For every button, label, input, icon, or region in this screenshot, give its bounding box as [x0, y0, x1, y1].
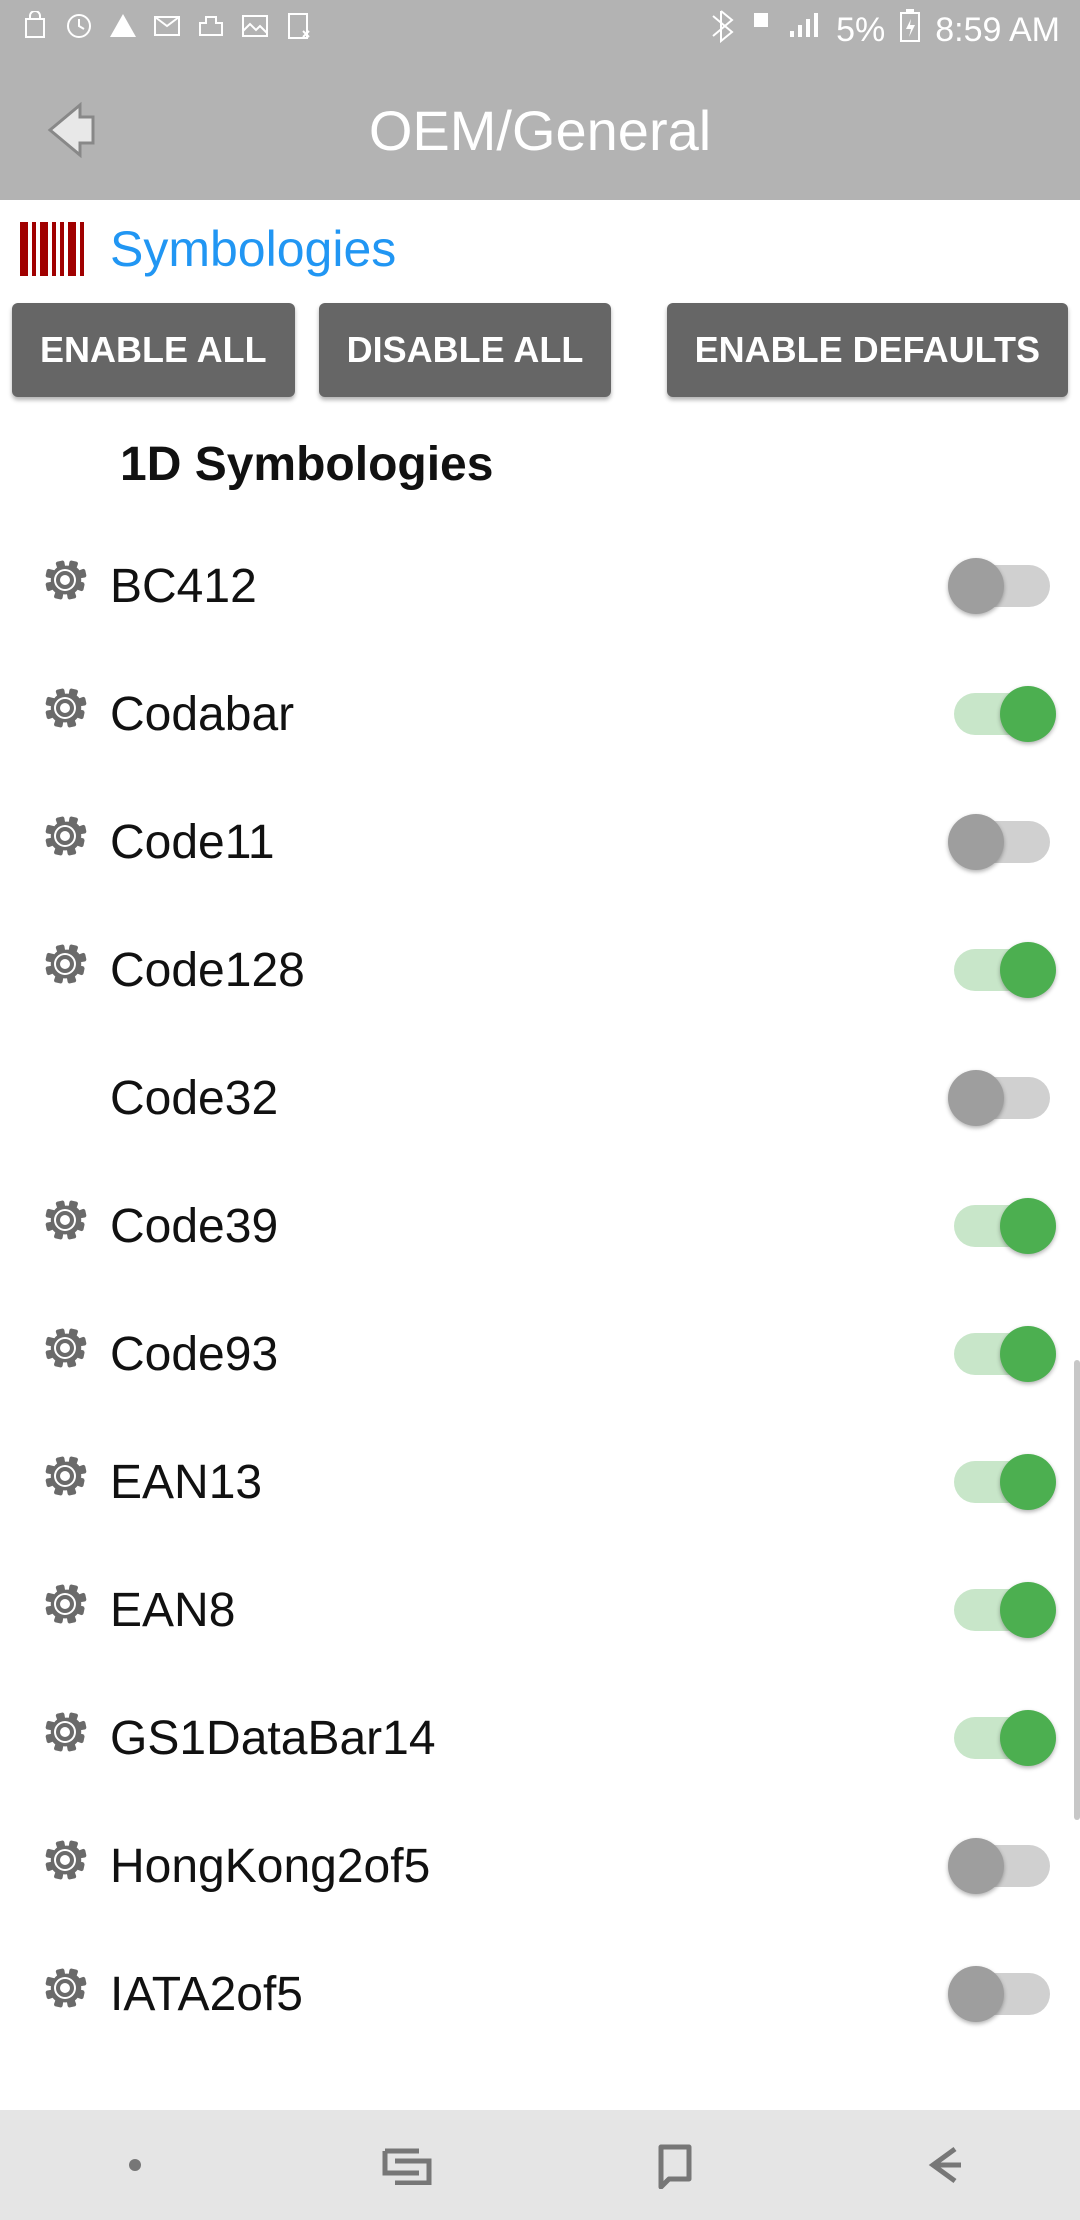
- status-bar: 5% 8:59 AM: [0, 0, 1080, 60]
- sub-title: Symbologies: [110, 220, 396, 278]
- settings-gear-button[interactable]: [20, 1451, 110, 1513]
- home-icon: [651, 2141, 699, 2189]
- nav-recents-button[interactable]: [270, 2145, 540, 2185]
- warning-icon: [108, 11, 138, 50]
- gear-icon: [40, 1835, 90, 1897]
- item-label: Code11: [110, 815, 954, 870]
- item-label: Code39: [110, 1199, 954, 1254]
- toggle-switch[interactable]: [954, 1205, 1050, 1247]
- toggle-switch[interactable]: [954, 1845, 1050, 1887]
- gear-icon: [40, 1195, 90, 1257]
- scrollbar[interactable]: [1074, 1360, 1080, 1820]
- status-left-icons: [20, 11, 314, 50]
- list-item: Code128: [0, 906, 1080, 1034]
- navigation-bar: [0, 2110, 1080, 2220]
- list-item: HongKong2of5: [0, 1802, 1080, 1930]
- gear-icon: [40, 555, 90, 617]
- list-item: BC412: [0, 522, 1080, 650]
- list-item: Code93: [0, 1290, 1080, 1418]
- toggle-switch[interactable]: [954, 565, 1050, 607]
- settings-gear-button[interactable]: [20, 1323, 110, 1385]
- item-label: Code32: [110, 1071, 954, 1126]
- settings-gear-button[interactable]: [20, 1579, 110, 1641]
- battery-charging-icon: [899, 9, 921, 52]
- toggle-switch[interactable]: [954, 1461, 1050, 1503]
- gear-icon: [40, 1323, 90, 1385]
- list-item: Code11: [0, 778, 1080, 906]
- back-icon: [921, 2141, 969, 2189]
- gear-icon: [40, 1579, 90, 1641]
- settings-gear-button[interactable]: [20, 1963, 110, 2025]
- settings-gear-button[interactable]: [20, 1707, 110, 1769]
- sub-header: Symbologies: [0, 200, 1080, 293]
- enable-defaults-button[interactable]: ENABLE DEFAULTS: [667, 303, 1068, 397]
- nav-home-button[interactable]: [540, 2141, 810, 2189]
- settings-gear-button[interactable]: [20, 939, 110, 1001]
- app-bar: OEM/General: [0, 60, 1080, 200]
- recents-icon: [377, 2145, 433, 2185]
- shopping-bag-icon: [20, 11, 50, 50]
- toggle-switch[interactable]: [954, 949, 1050, 991]
- nav-dot: [0, 2157, 270, 2173]
- item-label: BC412: [110, 559, 954, 614]
- list-item: EAN13: [0, 1418, 1080, 1546]
- item-label: Code128: [110, 943, 954, 998]
- settings-gear-button[interactable]: [20, 555, 110, 617]
- network-icon: [748, 11, 774, 50]
- list-item: Code39: [0, 1162, 1080, 1290]
- settings-gear-button[interactable]: [20, 1835, 110, 1897]
- gear-icon: [40, 683, 90, 745]
- list-item: Codabar: [0, 650, 1080, 778]
- list-item: IATA2of5: [0, 1930, 1080, 2058]
- battery-text: 5%: [836, 11, 885, 50]
- gear-icon: [40, 1707, 90, 1769]
- page-title: OEM/General: [140, 98, 1080, 163]
- gear-icon: [40, 811, 90, 873]
- settings-gear-button[interactable]: [20, 1195, 110, 1257]
- item-label: Code93: [110, 1327, 954, 1382]
- item-label: EAN8: [110, 1583, 954, 1638]
- toggle-switch[interactable]: [954, 1717, 1050, 1759]
- toggle-switch[interactable]: [954, 1333, 1050, 1375]
- section-title-1d: 1D Symbologies: [0, 417, 1080, 522]
- item-label: GS1DataBar14: [110, 1711, 954, 1766]
- disable-all-button[interactable]: DISABLE ALL: [319, 303, 612, 397]
- signal-icon: [788, 11, 822, 50]
- toggle-switch[interactable]: [954, 1973, 1050, 2015]
- item-label: EAN13: [110, 1455, 954, 1510]
- outline-icon: [196, 11, 226, 50]
- back-arrow-icon: [35, 95, 105, 165]
- gmail-icon: [152, 11, 182, 50]
- gear-icon: [40, 1451, 90, 1513]
- enable-all-button[interactable]: ENABLE ALL: [12, 303, 295, 397]
- toggle-switch[interactable]: [954, 1589, 1050, 1631]
- settings-gear-button[interactable]: [20, 811, 110, 873]
- clock-text: 8:59 AM: [935, 11, 1060, 50]
- picture-icon: [240, 11, 270, 50]
- toggle-switch[interactable]: [954, 693, 1050, 735]
- list-item: Code32: [0, 1034, 1080, 1162]
- action-buttons: ENABLE ALL DISABLE ALL ENABLE DEFAULTS: [0, 293, 1080, 417]
- item-label: IATA2of5: [110, 1967, 954, 2022]
- item-label: HongKong2of5: [110, 1839, 954, 1894]
- bluetooth-icon: [708, 9, 734, 52]
- barcode-icon: [20, 222, 90, 276]
- settings-gear-button[interactable]: [20, 683, 110, 745]
- item-label: Codabar: [110, 687, 954, 742]
- content: 1D Symbologies BC412 Codabar Code11 Code128…: [0, 417, 1080, 2058]
- list-item: EAN8: [0, 1546, 1080, 1674]
- back-button[interactable]: [0, 95, 140, 165]
- gear-icon: [40, 1963, 90, 2025]
- toggle-switch[interactable]: [954, 821, 1050, 863]
- status-right: 5% 8:59 AM: [708, 9, 1060, 52]
- nav-back-button[interactable]: [810, 2141, 1080, 2189]
- list-item: GS1DataBar14: [0, 1674, 1080, 1802]
- update-icon: [64, 11, 94, 50]
- document-x-icon: [284, 11, 314, 50]
- gear-icon: [40, 939, 90, 1001]
- toggle-switch[interactable]: [954, 1077, 1050, 1119]
